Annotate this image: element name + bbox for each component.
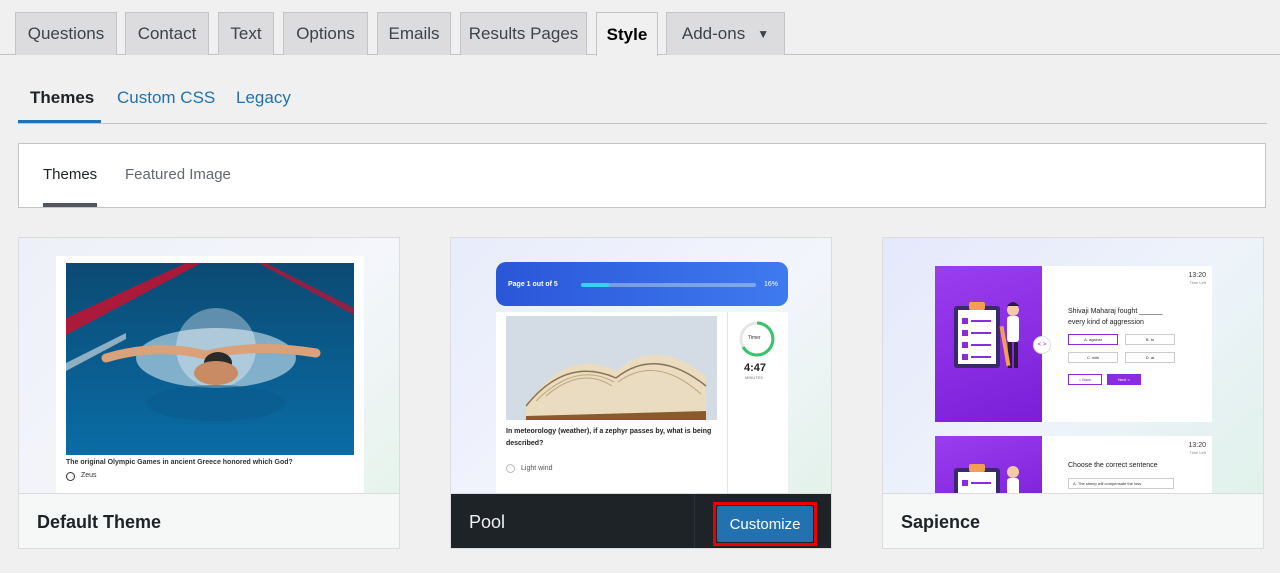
tab-label: Add-ons bbox=[681, 24, 746, 43]
illustration-panel bbox=[935, 436, 1042, 493]
theme-name: Sapience bbox=[883, 493, 1263, 548]
time-label: Time Left bbox=[1189, 280, 1206, 285]
timer-unit: MINUTES bbox=[745, 375, 763, 380]
option-b: B. to bbox=[1125, 334, 1175, 345]
tab-options[interactable]: Options bbox=[283, 12, 368, 55]
theme-card-sapience[interactable]: < > 13:20 Time Left Shivaji Maharaj foug… bbox=[882, 237, 1264, 549]
tab-label: Emails bbox=[388, 24, 440, 43]
theme-footer-active: Pool Customize bbox=[451, 493, 831, 548]
main-tabs: Questions Contact Text Options Emails Re… bbox=[0, 0, 1280, 56]
preview-page-label: Page 1 out of 5 bbox=[508, 281, 558, 288]
preview-option: Light wind bbox=[521, 465, 553, 472]
progress-percent: 16% bbox=[763, 281, 778, 288]
theme-preview-pool: Page 1 out of 5 16% Timer 4:47 MINUTES I… bbox=[451, 238, 831, 493]
option-d: D. at bbox=[1125, 352, 1175, 363]
tab-label: Results Pages bbox=[468, 24, 579, 43]
customize-highlight: Customize bbox=[713, 502, 817, 546]
caret-down-icon: ▼ bbox=[757, 27, 770, 41]
preview-slide-2: 13:20 Time Left Choose the correct sente… bbox=[935, 436, 1212, 493]
preview-slide-1: < > 13:20 Time Left Shivaji Maharaj foug… bbox=[935, 266, 1212, 422]
tab-contact[interactable]: Contact bbox=[125, 12, 209, 55]
tab-label: Style bbox=[606, 24, 648, 44]
option-a: A. against bbox=[1068, 334, 1118, 345]
book-image bbox=[506, 316, 717, 420]
preview-question: The original Olympic Games in ancient Gr… bbox=[66, 459, 293, 466]
theme-name: Pool bbox=[469, 511, 506, 532]
tab-label: Contact bbox=[137, 24, 197, 43]
preview-question: Choose the correct sentence bbox=[1068, 462, 1158, 469]
preview-page: The original Olympic Games in ancient Gr… bbox=[56, 256, 364, 493]
next-button-preview: Next > bbox=[1107, 374, 1141, 385]
option-a: A. The sheep will compensate the loss. bbox=[1068, 478, 1174, 489]
progress-track bbox=[581, 283, 756, 287]
timer-label: Timer bbox=[748, 335, 761, 341]
option-c: C. with bbox=[1068, 352, 1118, 363]
tab-text[interactable]: Text bbox=[218, 12, 274, 55]
divider bbox=[727, 312, 728, 493]
panel-tab-featured-image[interactable]: Featured Image bbox=[125, 166, 231, 183]
theme-name: Default Theme bbox=[19, 493, 399, 548]
time-value: 13:20 bbox=[1188, 442, 1206, 449]
illustration-panel bbox=[935, 266, 1042, 422]
sub-tabs: Themes Custom CSS Legacy bbox=[18, 80, 1267, 124]
progress-fill bbox=[581, 283, 609, 287]
subtab-themes[interactable]: Themes bbox=[30, 88, 94, 108]
back-button-preview: < Back bbox=[1068, 374, 1102, 385]
active-tab-underline bbox=[18, 120, 101, 123]
tab-label: Questions bbox=[27, 24, 105, 43]
timer-value: 4:47 bbox=[744, 362, 767, 374]
subtab-legacy[interactable]: Legacy bbox=[236, 88, 291, 108]
preview-progress-header: Page 1 out of 5 16% bbox=[496, 262, 788, 306]
clipboard-illustration bbox=[954, 464, 1019, 493]
tab-style[interactable]: Style bbox=[596, 12, 658, 56]
theme-preview-default: The original Olympic Games in ancient Gr… bbox=[19, 238, 399, 493]
themes-panel: Themes Featured Image bbox=[18, 143, 1266, 208]
subtab-custom-css[interactable]: Custom CSS bbox=[117, 88, 215, 108]
preview-question: In meteorology (weather), if a zephyr pa… bbox=[506, 428, 712, 447]
swimmer-image bbox=[66, 263, 354, 455]
time-label: Time Left bbox=[1189, 450, 1206, 455]
time-value: 13:20 bbox=[1188, 272, 1206, 279]
preview-body: Timer 4:47 MINUTES In meteorology (weath… bbox=[496, 312, 788, 493]
panel-tab-themes[interactable]: Themes bbox=[43, 166, 97, 183]
tab-label: Text bbox=[230, 24, 262, 43]
nav-arrows-icon: < > bbox=[1033, 336, 1051, 354]
tab-label: Options bbox=[296, 24, 355, 43]
theme-card-pool[interactable]: Page 1 out of 5 16% Timer 4:47 MINUTES I… bbox=[450, 237, 832, 549]
tab-add-ons[interactable]: Add-ons ▼ bbox=[666, 12, 785, 55]
tab-questions[interactable]: Questions bbox=[15, 12, 117, 55]
clipboard-illustration bbox=[954, 302, 1019, 368]
preview-option: Zeus bbox=[81, 472, 97, 479]
theme-preview-sapience: < > 13:20 Time Left Shivaji Maharaj foug… bbox=[883, 238, 1263, 493]
active-panel-tab-underline bbox=[43, 203, 97, 207]
tab-results-pages[interactable]: Results Pages bbox=[460, 12, 587, 55]
theme-card-default[interactable]: The original Olympic Games in ancient Gr… bbox=[18, 237, 400, 549]
preview-question: Shivaji Maharaj fought ______ every kind… bbox=[1068, 308, 1163, 326]
customize-button[interactable]: Customize bbox=[717, 506, 813, 542]
radio-icon bbox=[506, 464, 515, 473]
divider bbox=[694, 494, 695, 548]
tab-emails[interactable]: Emails bbox=[377, 12, 451, 55]
radio-icon bbox=[66, 472, 75, 481]
